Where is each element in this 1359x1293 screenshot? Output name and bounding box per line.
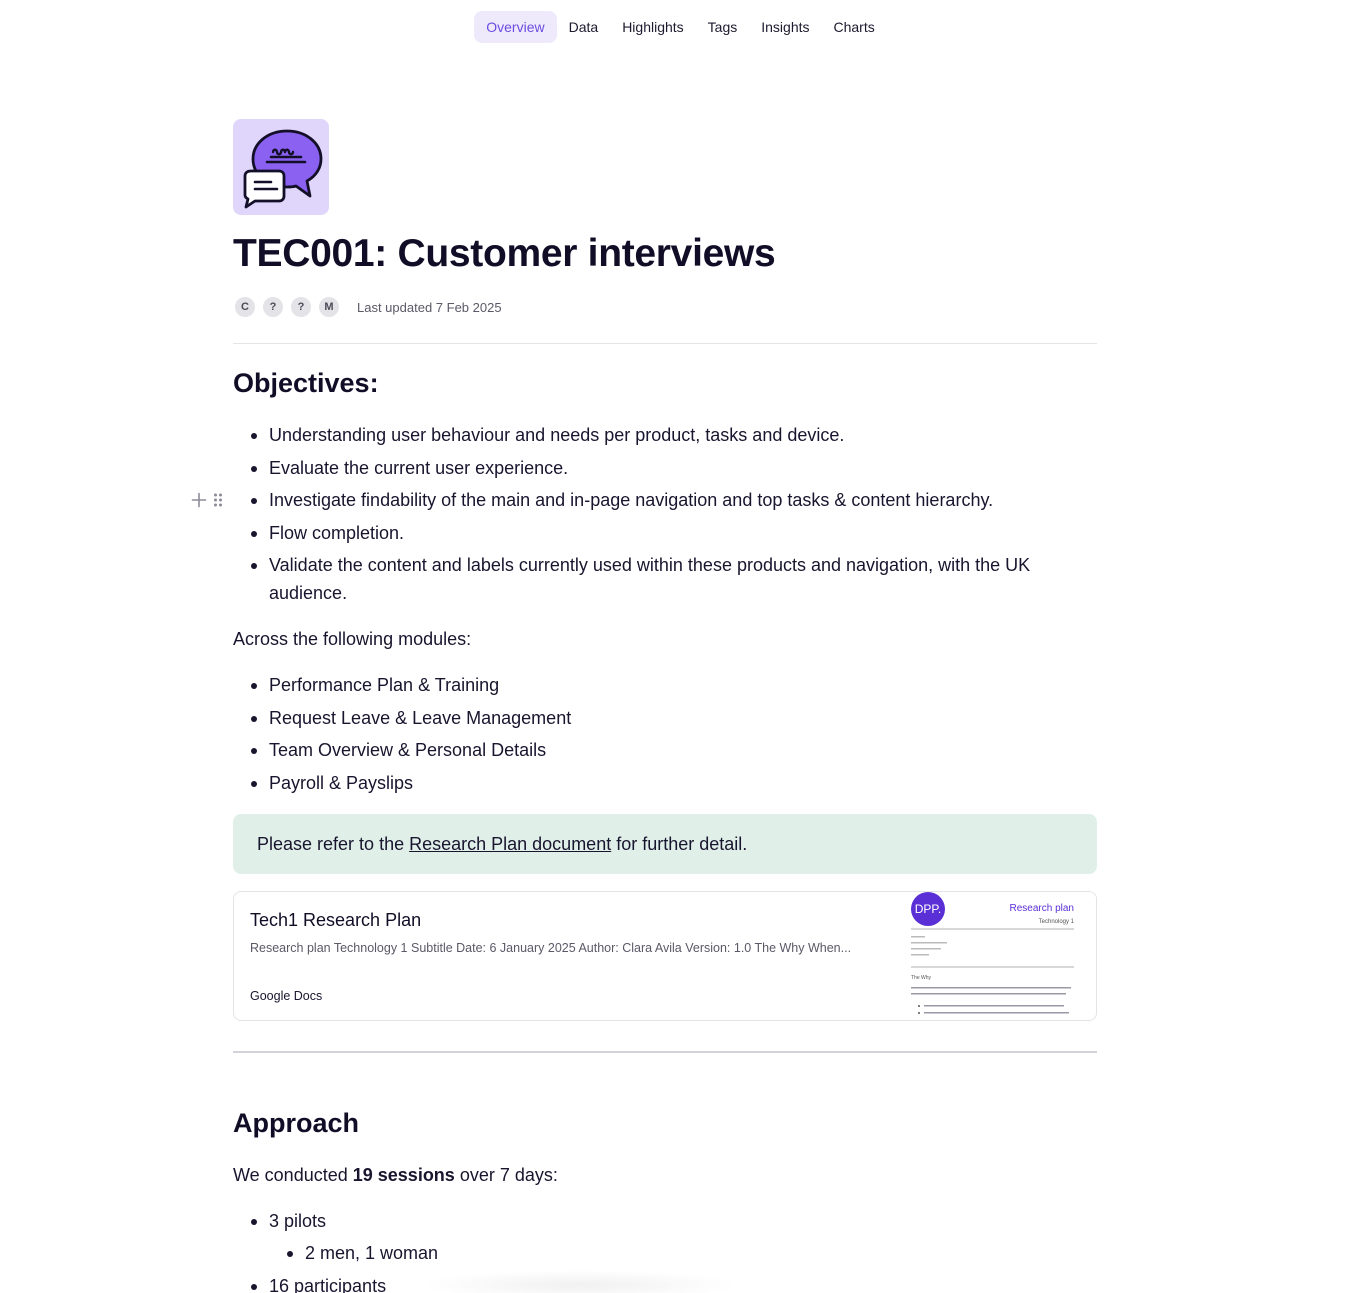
card-source: Google Docs <box>250 989 323 1003</box>
callout-suffix: for further detail. <box>611 833 748 854</box>
page-title: TEC001: Customer interviews <box>233 232 776 275</box>
avatar[interactable]: ? <box>289 295 313 319</box>
add-block-icon[interactable] <box>191 492 207 508</box>
divider <box>233 343 1097 344</box>
chat-bubbles-icon[interactable] <box>233 119 329 215</box>
approach-heading: Approach <box>233 1108 360 1138</box>
tab-tags[interactable]: Tags <box>696 11 750 43</box>
list-item: Request Leave & Leave Management <box>233 704 1097 732</box>
list-item: Evaluate the current user experience. <box>233 454 1097 482</box>
thumb-heading: Research plan <box>1010 903 1074 914</box>
sessions-count: 19 sessions <box>352 1165 455 1185</box>
callout-prefix: Please refer to the <box>257 833 410 854</box>
approach-sentence-suffix: over 7 days: <box>454 1165 558 1185</box>
divider <box>233 1051 1097 1053</box>
tab-data[interactable]: Data <box>557 11 611 43</box>
list-item: Validate the content and labels currentl… <box>233 551 1097 607</box>
last-updated: Last updated 7 Feb 2025 <box>357 299 502 315</box>
approach-sublist: 2 men, 1 woman <box>233 1239 1097 1272</box>
top-nav: Overview Data Highlights Tags Insights C… <box>0 11 1359 43</box>
list-item: Performance Plan & Training <box>233 671 1097 699</box>
tab-highlights[interactable]: Highlights <box>610 11 695 43</box>
drag-handle-icon[interactable] <box>213 492 223 508</box>
modules-intro: Across the following modules: <box>233 629 472 649</box>
tab-bar: Overview Data Highlights Tags Insights C… <box>474 11 886 43</box>
avatar[interactable]: C <box>233 295 257 319</box>
block-tools <box>191 492 223 508</box>
list-item: Flow completion. <box>233 519 1097 547</box>
thumb-subheading: Technology 1 <box>1039 919 1075 925</box>
avatar[interactable]: ? <box>261 295 285 319</box>
list-item: Understanding user behaviour and needs p… <box>233 421 1097 449</box>
approach-list: 3 pilots <box>233 1207 1097 1240</box>
tab-charts[interactable]: Charts <box>822 11 887 43</box>
scroll-shadow <box>420 1270 740 1293</box>
card-title: Tech1 Research Plan <box>250 910 422 930</box>
list-item: Investigate findability of the main and … <box>233 486 1097 514</box>
approach-sentence: We conducted 19 sessions over 7 days: <box>233 1161 558 1189</box>
callout: Please refer to the Research Plan docume… <box>233 814 1097 874</box>
list-item: 3 pilots <box>233 1207 1097 1235</box>
approach-sentence-prefix: We conducted <box>233 1165 353 1185</box>
link-preview-card[interactable]: Tech1 Research Plan Research plan Techno… <box>233 891 1097 1021</box>
objectives-heading: Objectives: <box>233 368 379 398</box>
avatar[interactable]: M <box>317 295 341 319</box>
list-item: 2 men, 1 woman <box>233 1239 1097 1267</box>
tab-insights[interactable]: Insights <box>749 11 821 43</box>
modules-list: Performance Plan & Training Request Leav… <box>233 671 1097 801</box>
objectives-list: Understanding user behaviour and needs p… <box>233 421 1097 612</box>
thumb-section: The Why <box>911 975 932 981</box>
tab-overview[interactable]: Overview <box>474 11 557 43</box>
meta-row: C ? ? M Last updated 7 Feb 2025 <box>233 295 502 319</box>
list-item: Payroll & Payslips <box>233 769 1097 797</box>
thumb-badge: DPP. <box>915 902 941 916</box>
document-thumbnail: DPP. Research plan Technology 1 The Why <box>904 892 1096 1020</box>
research-plan-link[interactable]: Research Plan document <box>409 834 611 855</box>
list-item: Team Overview & Personal Details <box>233 736 1097 764</box>
card-description: Research plan Technology 1 Subtitle Date… <box>250 941 852 955</box>
